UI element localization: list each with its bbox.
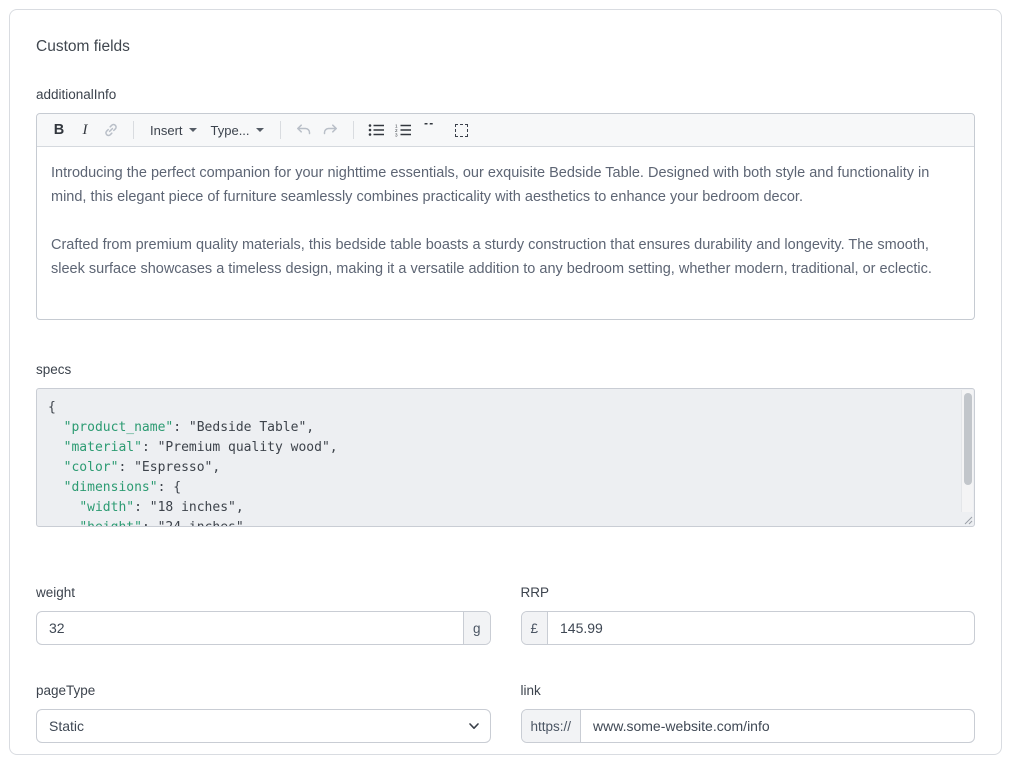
weight-input-group: g bbox=[36, 611, 491, 645]
rte-toolbar: B I Insert Type... bbox=[37, 114, 974, 147]
field-label-link: link bbox=[521, 683, 976, 698]
field-row: pageType Static link https:// bbox=[36, 683, 975, 743]
chevron-down-icon bbox=[189, 128, 197, 132]
blockquote-icon: “ bbox=[423, 123, 436, 137]
bullet-list-button[interactable] bbox=[364, 118, 389, 142]
insert-dropdown[interactable]: Insert bbox=[144, 118, 203, 142]
link-button[interactable] bbox=[99, 118, 123, 142]
toolbar-divider bbox=[353, 121, 354, 139]
numbered-list-icon: 1 2 3 bbox=[395, 123, 412, 137]
custom-fields-card: Custom fields additionalInfo B I Insert bbox=[9, 9, 1002, 755]
rich-text-editor: B I Insert Type... bbox=[36, 113, 975, 320]
type-dropdown[interactable]: Type... bbox=[205, 118, 270, 142]
weight-field-group: weight g bbox=[36, 585, 491, 645]
insert-dropdown-label: Insert bbox=[150, 123, 183, 138]
field-label-pagetype: pageType bbox=[36, 683, 491, 698]
toolbar-divider bbox=[133, 121, 134, 139]
svg-text:3: 3 bbox=[395, 133, 398, 137]
resize-handle[interactable] bbox=[960, 512, 973, 525]
link-input[interactable] bbox=[581, 710, 974, 742]
link-input-group: https:// bbox=[521, 709, 976, 743]
toolbar-divider bbox=[280, 121, 281, 139]
numbered-list-button[interactable]: 1 2 3 bbox=[391, 118, 416, 142]
field-label-additionalinfo: additionalInfo bbox=[36, 87, 975, 102]
code-block-button[interactable] bbox=[450, 118, 474, 142]
specs-code-editor[interactable]: { "product_name": "Bedside Table", "mate… bbox=[36, 388, 975, 527]
pagetype-field-group: pageType Static bbox=[36, 683, 491, 743]
pagetype-select-wrap: Static bbox=[36, 709, 491, 743]
page-title: Custom fields bbox=[36, 38, 975, 56]
undo-icon bbox=[295, 123, 312, 137]
link-icon bbox=[103, 122, 119, 138]
editor-paragraph: Introducing the perfect companion for yo… bbox=[51, 161, 960, 209]
field-label-rrp: RRP bbox=[521, 585, 976, 600]
field-row: weight g RRP £ bbox=[36, 585, 975, 645]
type-dropdown-label: Type... bbox=[211, 123, 250, 138]
field-label-weight: weight bbox=[36, 585, 491, 600]
specs-code: { "product_name": "Bedside Table", "mate… bbox=[37, 389, 974, 527]
weight-input[interactable] bbox=[37, 612, 463, 644]
link-field-group: link https:// bbox=[521, 683, 976, 743]
specs-scrollbar-thumb[interactable] bbox=[964, 393, 972, 485]
rrp-field-group: RRP £ bbox=[521, 585, 976, 645]
bullet-list-icon bbox=[368, 123, 385, 137]
redo-button[interactable] bbox=[318, 118, 343, 142]
field-label-specs: specs bbox=[36, 362, 975, 377]
rrp-input-group: £ bbox=[521, 611, 976, 645]
rte-content[interactable]: Introducing the perfect companion for yo… bbox=[37, 147, 974, 319]
rrp-currency-prefix: £ bbox=[522, 612, 549, 644]
pagetype-select[interactable]: Static bbox=[36, 709, 491, 743]
chevron-down-icon bbox=[256, 128, 264, 132]
code-block-icon bbox=[455, 124, 468, 137]
bold-button[interactable]: B bbox=[47, 118, 71, 142]
editor-paragraph: Crafted from premium quality materials, … bbox=[51, 233, 960, 281]
specs-scrollbar[interactable] bbox=[961, 390, 973, 513]
weight-unit-suffix: g bbox=[463, 612, 490, 644]
link-protocol-prefix: https:// bbox=[522, 710, 582, 742]
blockquote-button[interactable]: “ bbox=[418, 118, 442, 142]
italic-button[interactable]: I bbox=[73, 118, 97, 142]
redo-icon bbox=[322, 123, 339, 137]
undo-button[interactable] bbox=[291, 118, 316, 142]
rrp-input[interactable] bbox=[548, 612, 974, 644]
